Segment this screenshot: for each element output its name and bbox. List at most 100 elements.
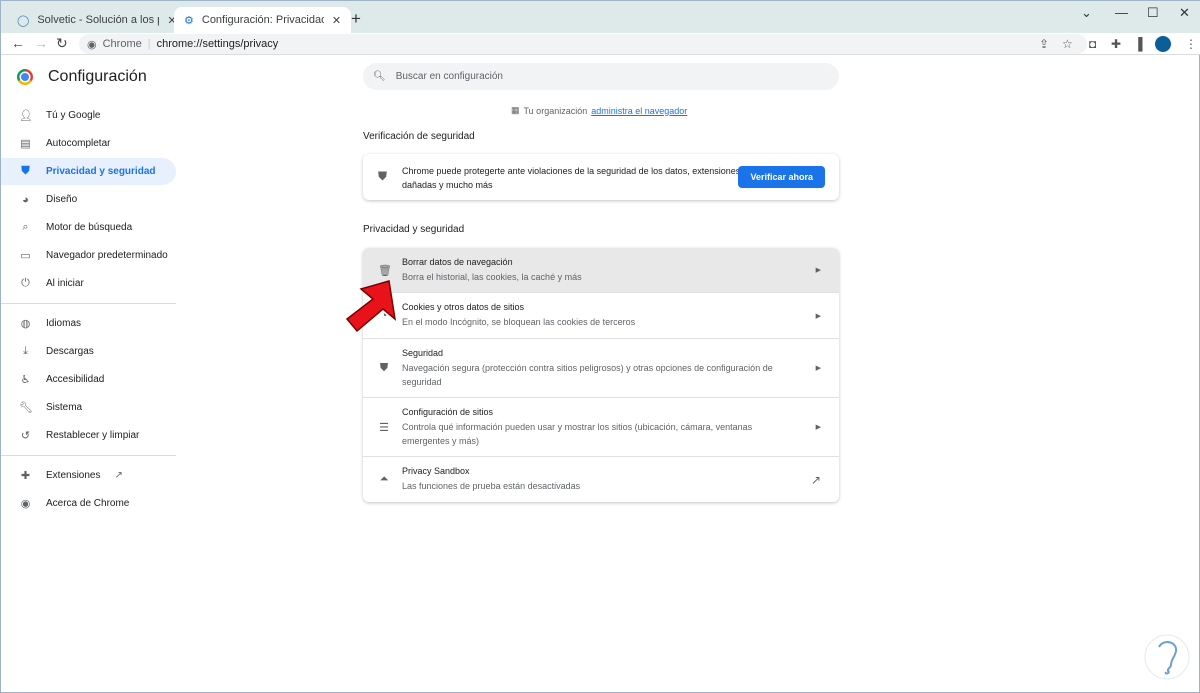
sidebar-item-label: Tú y Google [46,110,101,121]
building-icon: ▦ [511,105,520,115]
sidebar-item-dise-o[interactable]: ◕ Diseño [1,186,176,213]
chrome-logo [17,69,33,85]
url-text: chrome://settings/privacy [156,38,279,50]
sidebar-item-label: Accesibilidad [46,374,105,385]
chevron-right-icon: ▶ [815,424,821,431]
tab-title: Configuración: Privacidad y seguridad [201,14,324,26]
clipboard-icon: ▤ [20,138,31,150]
sidebar-item-label: Al iniciar [46,278,84,289]
forward-icon[interactable]: → [34,35,48,51]
minimize-icon[interactable]: — [1115,5,1128,20]
safety-text: Chrome puede protegerte ante violaciones… [402,166,741,190]
sidebar-item-label: Idiomas [46,318,82,329]
row-title: Cookies y otros datos de sitios [402,302,525,312]
sidebar-item-idiomas[interactable]: ◍ Idiomas [1,310,176,337]
row-title: Configuración de sitios [402,406,494,417]
chrome-icon: ◉ [87,38,97,51]
search-placeholder: Buscar en configuración [395,71,503,82]
manage-link[interactable]: administra el navegador [591,106,687,116]
tab-settings[interactable]: ⚙ Configuración: Privacidad y seguridad … [174,7,352,33]
shield-icon: ⛊ [21,165,30,177]
download-icon: ⤓ [23,345,28,357]
privacy-row[interactable]: ⏶ Privacy Sandbox Las funciones de prueba … [363,456,839,502]
sidebar-item-acerca-de-chrome[interactable]: ◉ Acerca de Chrome [1,490,176,517]
privacy-card: 🗑︎ Borrar datos de navegación Borra el his… [363,248,839,502]
palette-icon: ◕ [22,193,29,206]
sidebar-item-privacidad-y-seguridad[interactable]: ⛊ Privacidad y seguridad [1,158,176,185]
safety-check-card: ⛊ Chrome puede protegerte ante violacion… [363,154,839,200]
tab-title: Solvetic - Solución a los problemas [37,14,159,26]
sidebar-item-al-iniciar[interactable]: ⏻ Al iniciar [1,270,176,297]
row-subtitle: Navegación segura (protección contra sit… [402,362,773,387]
chevron-right-icon: ▶ [815,365,821,372]
safety-title: Verificación de seguridad [363,131,475,142]
sidebar-item-descargas[interactable]: ⤓ Descargas [1,338,176,365]
sidebar-item-label: Sistema [46,402,83,413]
back-icon[interactable]: ← [11,35,25,51]
row-subtitle: En el modo Incógnito, se bloquean las co… [402,317,636,327]
sidebar-item-restablecer-y-limpiar[interactable]: ↺ Restablecer y limpiar [1,422,176,449]
reload-icon[interactable]: ↻ [56,35,68,52]
new-tab-icon[interactable]: + [351,9,361,29]
divider [1,455,176,456]
close-window-icon[interactable]: ✕ [1179,5,1190,21]
trash-icon: 🗑︎ [378,264,392,277]
solvetic-icon: ◯ [17,14,30,27]
extensions-icon[interactable]: ✚ [1111,37,1121,51]
star-icon[interactable]: ☆ [1062,37,1073,51]
power-icon: ⏻ [21,277,30,289]
avatar[interactable] [1155,36,1171,52]
share-icon[interactable]: ⇪ [1039,37,1049,51]
search-icon: ⌕ [22,221,29,233]
person-icon: 👤︎ [19,110,33,122]
managed-notice: ▦ Tu organización administra el navegado… [511,105,687,116]
shield-icon: ⛊ [378,169,388,183]
chevron-right-icon: ▶ [815,312,821,320]
privacy-row[interactable]: 🗑︎ Borrar datos de navegación Borra el his… [363,248,839,292]
sidebar-item-t-y-google[interactable]: 👤︎ Tú y Google [1,102,176,129]
tab-solvetic[interactable]: ◯ Solvetic - Solución a los problemas ✕ [7,7,187,33]
reset-icon: ↺ [20,430,31,442]
divider [1,303,176,304]
row-title: Borrar datos de navegación [402,256,513,267]
sidebar-item-extensiones[interactable]: ✚ Extensiones ↗ [1,462,176,489]
privacy-row[interactable]: ☰ Configuración de sitios Controla qué inf… [363,397,839,456]
external-link-icon: ↗ [810,472,821,487]
search-input[interactable]: 🔍︎ Buscar en configuración [363,63,839,90]
sidebar-item-label: Extensiones [46,470,101,481]
sidebar-item-accesibilidad[interactable]: ♿︎ Accesibilidad [1,366,176,393]
sidebar-item-label: Motor de búsqueda [46,222,133,233]
tab-strip: ◯ Solvetic - Solución a los problemas ✕ … [1,1,1200,33]
side-panel-icon[interactable]: ▐ [1134,37,1143,51]
sidebar-item-label: Diseño [46,194,78,205]
sliders-icon: ☰ [379,421,389,434]
browser-icon: ▭ [20,250,31,262]
row-subtitle: Controla qué información pueden usar y m… [402,421,753,446]
sidebar-item-label: Autocompletar [46,138,111,149]
sidebar-item-autocompletar[interactable]: ▤ Autocompletar [1,130,176,157]
globe-icon: ◍ [20,318,31,330]
row-title: Privacy Sandbox [402,466,470,476]
camera-icon[interactable]: ◘ [1089,37,1096,51]
row-subtitle: Borra el historial, las cookies, la cach… [402,271,582,282]
sidebar-item-motor-de-b-squeda[interactable]: ⌕ Motor de búsqueda [1,214,176,241]
menu-icon[interactable]: ⋮ [1185,37,1197,51]
external-link-icon: ↗ [114,470,123,481]
sidebar-item-sistema[interactable]: 🔧︎ Sistema [1,394,176,421]
gear-icon: ⚙ [184,14,194,27]
tab-search-icon[interactable]: ⌄ [1081,5,1092,21]
solvetic-watermark [1144,634,1190,680]
privacy-row[interactable]: ◔ Cookies y otros datos de sitios En el mo… [363,292,839,338]
maximize-icon[interactable]: ☐ [1147,5,1159,21]
search-icon: 🔍︎ [373,71,386,82]
shield-icon: ⛊ [379,361,389,374]
sidebar-item-label: Restablecer y limpiar [46,430,140,441]
chevron-right-icon: ▶ [815,267,821,274]
puzzle-icon: ✚ [20,470,31,482]
privacy-row[interactable]: ⛊ Seguridad Navegación segura (protección … [363,338,839,397]
close-icon[interactable]: ✕ [332,14,341,27]
sidebar-item-label: Acerca de Chrome [46,498,130,509]
sidebar-item-navegador-predeterminado[interactable]: ▭ Navegador predeterminado [1,242,176,269]
address-bar[interactable]: ◉ Chrome | chrome://settings/privacy [79,34,1087,54]
verify-now-button[interactable]: Verificar ahora [738,166,825,188]
